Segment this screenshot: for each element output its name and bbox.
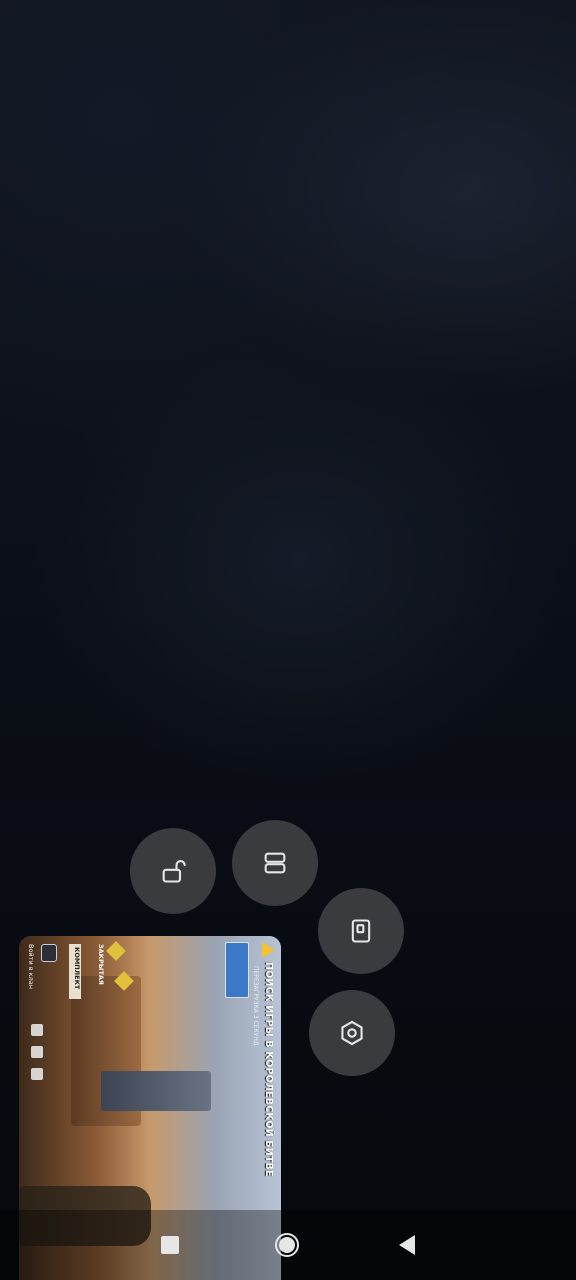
back-chip-icon bbox=[41, 944, 57, 962]
game-scene-tower bbox=[101, 1071, 211, 1111]
recents-square-icon bbox=[161, 1236, 179, 1254]
split-screen-icon bbox=[264, 852, 286, 874]
reload-timer-text: ПЕРЕЗАГРУЗКА 3 СЕКУНД bbox=[252, 966, 259, 1046]
home-circle-icon bbox=[275, 1233, 299, 1257]
warning-icon bbox=[262, 942, 275, 958]
category-closed-label: ЗАКРЫТАЯ bbox=[97, 944, 105, 985]
window-icon bbox=[351, 919, 371, 943]
recents-button[interactable] bbox=[150, 1230, 190, 1260]
mode-chip bbox=[225, 942, 249, 998]
unlock-button[interactable] bbox=[130, 828, 216, 914]
flag-icon bbox=[31, 1024, 43, 1036]
settings-icon bbox=[341, 1020, 363, 1046]
unlock-icon bbox=[162, 860, 186, 883]
back-triangle-icon bbox=[399, 1235, 415, 1255]
side-icons-row bbox=[31, 1024, 43, 1080]
matchmaking-banner: ПОИСК ИГРЫ В КОРОЛЕВСКОЙ БИТВЕ bbox=[262, 942, 275, 1177]
home-button[interactable] bbox=[267, 1230, 307, 1260]
split-screen-button[interactable] bbox=[232, 820, 318, 906]
back-button[interactable] bbox=[387, 1230, 427, 1260]
bell-icon bbox=[31, 1068, 43, 1080]
floating-window-button[interactable] bbox=[318, 888, 404, 974]
join-clan-label: Войти в клан bbox=[27, 944, 35, 989]
matchmaking-banner-text: ПОИСК ИГРЫ В КОРОЛЕВСКОЙ БИТВЕ bbox=[263, 962, 274, 1177]
profile-icon bbox=[31, 1046, 43, 1058]
settings-button[interactable] bbox=[309, 990, 395, 1076]
category-kit-label: КОМПЛЕКТ bbox=[69, 944, 81, 999]
